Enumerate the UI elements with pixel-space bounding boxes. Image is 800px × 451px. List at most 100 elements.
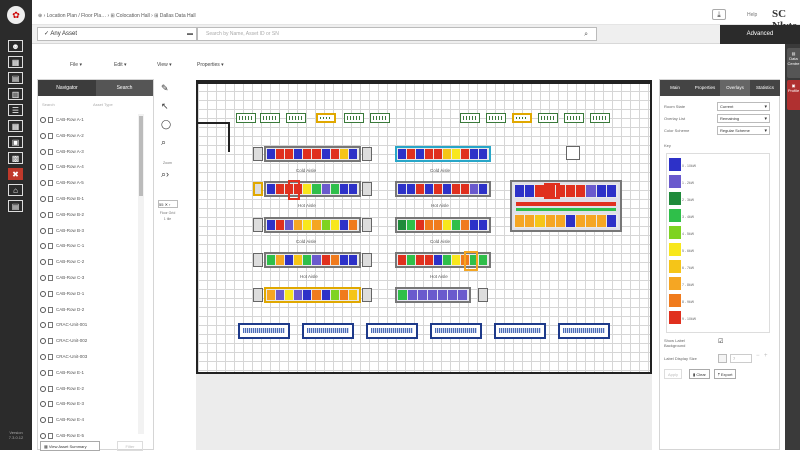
rack-slot[interactable] bbox=[312, 220, 321, 230]
rack-slot[interactable] bbox=[515, 215, 525, 227]
rack-slot[interactable] bbox=[276, 184, 285, 194]
rack-slot[interactable] bbox=[398, 149, 406, 159]
rack-slot[interactable] bbox=[398, 255, 406, 265]
navigator-item[interactable]: CAB-Row A-3 bbox=[40, 148, 84, 159]
rack-slot[interactable] bbox=[294, 290, 303, 300]
rack-slot[interactable] bbox=[434, 220, 442, 230]
breadcrumb[interactable]: ⊕ › Location Plan / Floor Pla… › ⊞ Coloc… bbox=[38, 13, 196, 19]
rack-slot[interactable] bbox=[461, 149, 469, 159]
crac-unit[interactable] bbox=[460, 113, 480, 123]
rack-slot[interactable] bbox=[425, 149, 433, 159]
rack-slot[interactable] bbox=[321, 220, 330, 230]
navigator-item[interactable]: CAB-Row B-2 bbox=[40, 211, 84, 222]
navigator-item[interactable]: CAB-Row C-1 bbox=[40, 243, 84, 253]
rack-end[interactable] bbox=[362, 253, 372, 267]
rack-slot[interactable] bbox=[312, 184, 321, 194]
crac-unit-selected[interactable] bbox=[512, 113, 532, 123]
rack-row[interactable] bbox=[264, 146, 361, 162]
tab-navigator[interactable]: Navigator bbox=[38, 80, 96, 96]
rack-slot[interactable] bbox=[525, 215, 535, 227]
expand-icon[interactable] bbox=[40, 433, 46, 439]
rack-slot[interactable] bbox=[416, 255, 424, 265]
rack-slot[interactable] bbox=[443, 255, 451, 265]
rack-slot[interactable] bbox=[443, 149, 451, 159]
rack-slot[interactable] bbox=[330, 255, 339, 265]
navigator-item[interactable]: CAB-Row D-1 bbox=[40, 290, 84, 301]
rack-slot[interactable] bbox=[418, 290, 427, 300]
navigator-item[interactable]: CRAC-Unit-001 bbox=[40, 322, 87, 332]
rack-slot[interactable] bbox=[434, 149, 442, 159]
rack-slot[interactable] bbox=[348, 220, 357, 230]
pointer-icon[interactable]: ↖ bbox=[161, 101, 169, 112]
rack-slot[interactable] bbox=[339, 220, 348, 230]
rack-row[interactable] bbox=[264, 181, 361, 197]
tab-main[interactable]: Main bbox=[660, 80, 690, 96]
rack-slot[interactable] bbox=[276, 220, 285, 230]
rack-end[interactable] bbox=[362, 288, 372, 302]
rack-slot[interactable] bbox=[566, 185, 576, 197]
rack-slot[interactable] bbox=[321, 290, 330, 300]
rack-slot[interactable] bbox=[407, 149, 415, 159]
expand-icon[interactable] bbox=[40, 117, 46, 123]
expand-icon[interactable] bbox=[40, 132, 46, 139]
rack-slot[interactable] bbox=[285, 220, 294, 230]
room-state-select[interactable]: Current bbox=[717, 102, 770, 111]
rack-slot[interactable] bbox=[443, 184, 451, 194]
rack-row[interactable] bbox=[395, 287, 471, 303]
rack-slot[interactable] bbox=[339, 184, 348, 194]
crac-unit[interactable] bbox=[344, 113, 364, 123]
rack-slot[interactable] bbox=[438, 290, 447, 300]
rack-slot[interactable] bbox=[303, 184, 312, 194]
rack-highlight[interactable] bbox=[544, 183, 560, 199]
expand-icon[interactable] bbox=[40, 148, 46, 155]
rack-slot[interactable] bbox=[458, 290, 467, 300]
rack-slot[interactable] bbox=[285, 149, 294, 159]
rack-slot[interactable] bbox=[330, 220, 339, 230]
rack-slot[interactable] bbox=[276, 255, 285, 265]
rack-highlight[interactable] bbox=[464, 251, 478, 271]
expand-icon[interactable] bbox=[40, 417, 46, 424]
rack-row[interactable] bbox=[514, 184, 618, 198]
rack-end[interactable] bbox=[253, 218, 263, 232]
rack-slot[interactable] bbox=[434, 255, 442, 265]
download-icon[interactable]: ⤓ bbox=[712, 9, 726, 20]
rack-slot[interactable] bbox=[348, 184, 357, 194]
expand-icon[interactable] bbox=[40, 275, 46, 281]
rack-slot[interactable] bbox=[416, 184, 424, 194]
rack-row[interactable] bbox=[395, 181, 491, 197]
rack-slot[interactable] bbox=[428, 290, 437, 300]
rack-slot[interactable] bbox=[398, 184, 406, 194]
alert-icon[interactable]: ✖ bbox=[8, 168, 23, 180]
dashboard-icon[interactable]: ▦ bbox=[8, 56, 23, 68]
rack-slot[interactable] bbox=[321, 149, 330, 159]
crac-unit[interactable] bbox=[236, 113, 256, 123]
rack-slot[interactable] bbox=[407, 255, 415, 265]
rack-slot[interactable] bbox=[339, 290, 348, 300]
plus-icon[interactable]: + bbox=[764, 353, 768, 359]
rack-slot[interactable] bbox=[312, 255, 321, 265]
rack-slot[interactable] bbox=[285, 255, 294, 265]
navigator-item[interactable]: CAB-Row A-4 bbox=[40, 164, 84, 174]
rack-slot[interactable] bbox=[398, 220, 406, 230]
zoom-level-input[interactable]: 55 ✕ › bbox=[158, 200, 178, 208]
rack-slot[interactable] bbox=[535, 215, 545, 227]
label-size-checkbox[interactable] bbox=[718, 354, 727, 363]
rack-slot[interactable] bbox=[267, 290, 276, 300]
rack-row[interactable] bbox=[395, 217, 491, 233]
rack-slot[interactable] bbox=[545, 215, 555, 227]
rack-slot[interactable] bbox=[267, 184, 276, 194]
rack-row[interactable] bbox=[264, 252, 361, 268]
bottom-cooling-unit[interactable] bbox=[558, 323, 610, 339]
rack-slot[interactable] bbox=[294, 149, 303, 159]
tab-statistics[interactable]: Statistics bbox=[750, 80, 780, 96]
navigator-item[interactable]: CAB-Row A-2 bbox=[40, 132, 84, 143]
rack-slot[interactable] bbox=[434, 184, 442, 194]
menu-view[interactable]: View ▾ bbox=[157, 62, 172, 68]
expand-icon[interactable] bbox=[40, 211, 46, 218]
rack-slot[interactable] bbox=[452, 149, 460, 159]
rack-slot[interactable] bbox=[398, 290, 407, 300]
dock-data-centre[interactable]: ▤ Data Centre bbox=[787, 48, 800, 78]
asset-type-select[interactable]: ✓ Any Asset ▬ bbox=[37, 27, 197, 41]
rack-slot[interactable] bbox=[479, 149, 487, 159]
navigator-item[interactable]: CAB-Row E-1 bbox=[40, 369, 84, 380]
